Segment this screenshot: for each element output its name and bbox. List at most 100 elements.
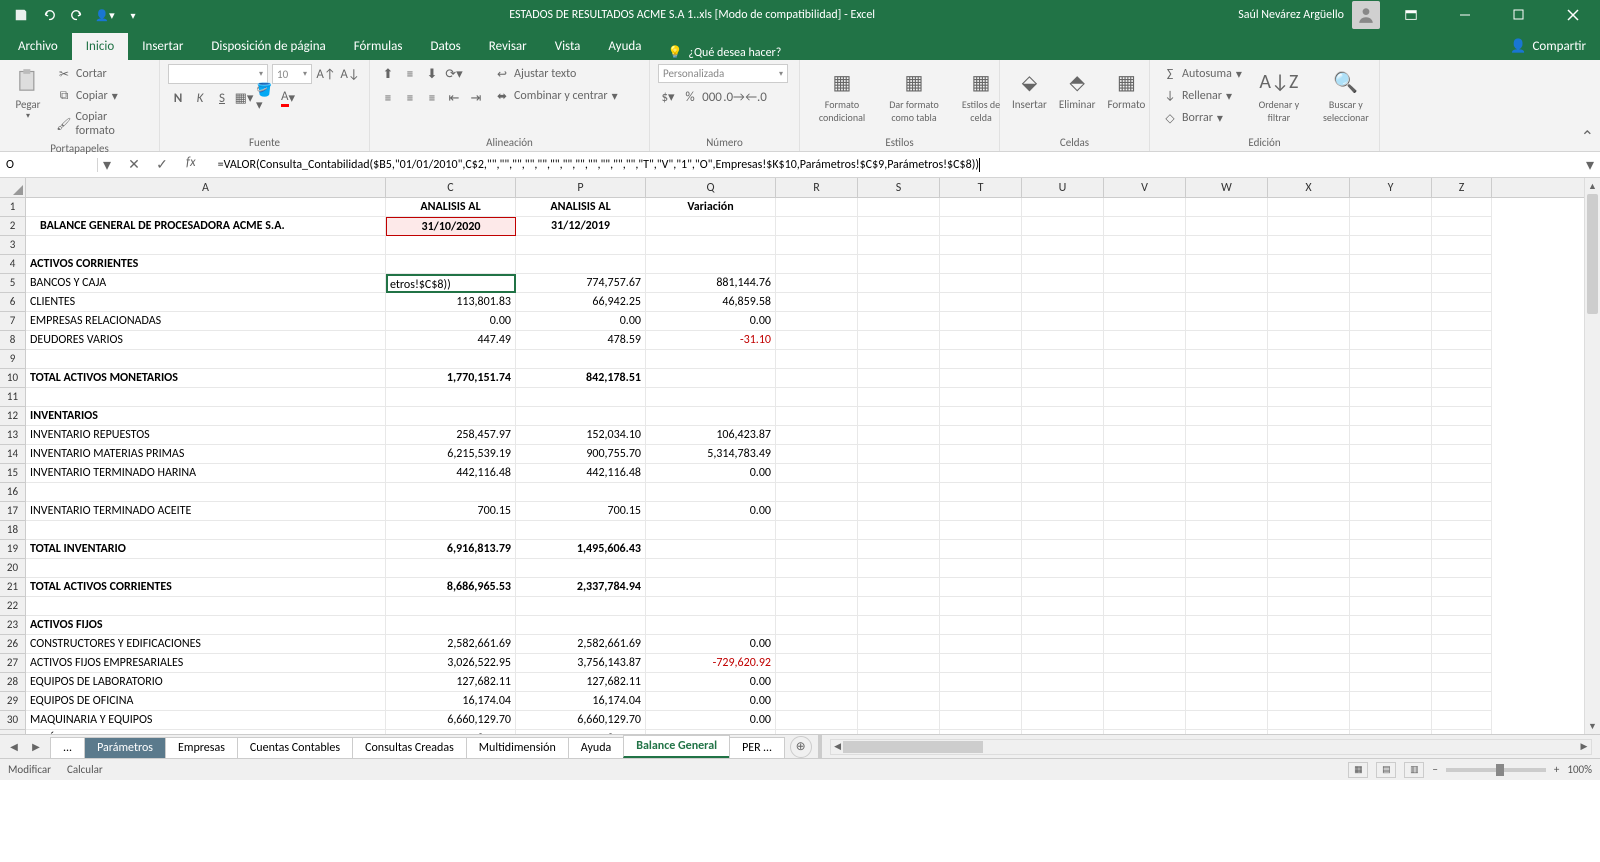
fill-button[interactable]: ↓Rellenar ▾ xyxy=(1158,86,1246,106)
cell[interactable] xyxy=(940,616,1022,635)
cell[interactable] xyxy=(1186,559,1268,578)
cell[interactable] xyxy=(1350,350,1432,369)
cell[interactable] xyxy=(776,540,858,559)
cell[interactable] xyxy=(1432,540,1492,559)
cell[interactable] xyxy=(1022,274,1104,293)
cell[interactable]: 447.49 xyxy=(386,331,516,350)
cell[interactable]: 1,495,606.43 xyxy=(516,540,646,559)
cell[interactable] xyxy=(858,312,940,331)
cell[interactable] xyxy=(1350,540,1432,559)
cell[interactable] xyxy=(776,369,858,388)
cell[interactable] xyxy=(1350,597,1432,616)
cell[interactable] xyxy=(1350,483,1432,502)
cell[interactable]: 2,582,661.69 xyxy=(516,635,646,654)
cell[interactable] xyxy=(1104,312,1186,331)
cell[interactable] xyxy=(858,274,940,293)
cell[interactable] xyxy=(858,198,940,217)
cell[interactable]: INVENTARIO TERMINADO HARINA xyxy=(26,464,386,483)
cell[interactable]: ANALISIS AL xyxy=(386,198,516,217)
cell[interactable] xyxy=(776,559,858,578)
cell[interactable]: EQUIPOS DE OFICINA xyxy=(26,692,386,711)
cell[interactable] xyxy=(858,540,940,559)
cell[interactable] xyxy=(1432,673,1492,692)
cell[interactable]: 881,144.76 xyxy=(646,274,776,293)
cell[interactable]: 190,840.49 xyxy=(516,730,646,734)
undo-icon[interactable] xyxy=(36,2,62,28)
scroll-thumb[interactable] xyxy=(1587,194,1598,314)
cell[interactable] xyxy=(646,578,776,597)
cell[interactable] xyxy=(940,293,1022,312)
cell[interactable]: VEHÍCULOS xyxy=(26,730,386,734)
cell[interactable] xyxy=(26,521,386,540)
cell[interactable] xyxy=(776,407,858,426)
cell[interactable]: 6,660,129.70 xyxy=(386,711,516,730)
decrease-font-icon[interactable]: A↓ xyxy=(340,64,360,84)
cell[interactable] xyxy=(386,483,516,502)
cell[interactable] xyxy=(1350,635,1432,654)
close-icon[interactable] xyxy=(1550,0,1596,30)
find-select-button[interactable]: 🔍Buscar y seleccionar xyxy=(1312,64,1380,126)
cell[interactable] xyxy=(858,616,940,635)
cell[interactable] xyxy=(776,312,858,331)
cell[interactable] xyxy=(1268,502,1350,521)
cell[interactable] xyxy=(940,274,1022,293)
cell[interactable] xyxy=(858,217,940,236)
cell[interactable]: TOTAL INVENTARIO xyxy=(26,540,386,559)
row-header-3[interactable]: 3 xyxy=(0,236,26,255)
conditional-format-button[interactable]: ▦Formato condicional xyxy=(808,64,876,126)
cell[interactable] xyxy=(1186,654,1268,673)
cell[interactable] xyxy=(940,407,1022,426)
cell[interactable] xyxy=(1104,635,1186,654)
cell[interactable] xyxy=(1350,407,1432,426)
fx-icon[interactable]: fx xyxy=(180,155,202,175)
format-table-button[interactable]: ▦Dar formato como tabla xyxy=(880,64,948,126)
cell[interactable] xyxy=(646,388,776,407)
wrap-text-button[interactable]: ↩Ajustar texto xyxy=(490,64,622,84)
cell[interactable]: EQUIPOS DE LABORATORIO xyxy=(26,673,386,692)
cell[interactable] xyxy=(1186,293,1268,312)
hscroll-thumb[interactable] xyxy=(843,741,983,753)
cell[interactable] xyxy=(776,502,858,521)
cell[interactable] xyxy=(1104,217,1186,236)
cell[interactable] xyxy=(940,711,1022,730)
cell[interactable] xyxy=(1186,521,1268,540)
cell[interactable] xyxy=(1268,597,1350,616)
cell[interactable] xyxy=(516,255,646,274)
cell[interactable] xyxy=(1268,483,1350,502)
cell[interactable] xyxy=(1268,255,1350,274)
cell[interactable] xyxy=(858,654,940,673)
sheet-tab--[interactable]: ... xyxy=(50,737,85,758)
cell[interactable] xyxy=(858,635,940,654)
cell[interactable] xyxy=(940,502,1022,521)
ribbon-tab-fórmulas[interactable]: Fórmulas xyxy=(340,33,417,60)
cell[interactable] xyxy=(1268,426,1350,445)
cell[interactable] xyxy=(1432,312,1492,331)
cell[interactable] xyxy=(1350,426,1432,445)
font-name-combo[interactable]: ▾ xyxy=(168,64,268,84)
cell[interactable]: 442,116.48 xyxy=(386,464,516,483)
cell[interactable]: 0.00 xyxy=(646,464,776,483)
cell[interactable] xyxy=(646,407,776,426)
cell[interactable] xyxy=(1432,388,1492,407)
cell[interactable] xyxy=(1022,578,1104,597)
indent-decrease-icon[interactable]: ⇤ xyxy=(444,88,464,108)
cell[interactable] xyxy=(858,407,940,426)
cell[interactable] xyxy=(1432,331,1492,350)
save-icon[interactable] xyxy=(8,2,34,28)
cell[interactable] xyxy=(1432,730,1492,734)
cell[interactable] xyxy=(858,521,940,540)
row-header-18[interactable]: 18 xyxy=(0,521,26,540)
sheet-tab-consultas-creadas[interactable]: Consultas Creadas xyxy=(352,737,467,758)
column-header-Q[interactable]: Q xyxy=(646,178,776,197)
cell[interactable] xyxy=(1432,293,1492,312)
number-format-combo[interactable]: Personalizada▾ xyxy=(658,64,788,83)
row-header-6[interactable]: 6 xyxy=(0,293,26,312)
row-header-31[interactable]: 31 xyxy=(0,730,26,734)
cell[interactable] xyxy=(1186,616,1268,635)
name-box[interactable]: O xyxy=(0,158,98,172)
cell[interactable] xyxy=(1268,654,1350,673)
cell[interactable] xyxy=(1186,274,1268,293)
cell[interactable]: 478.59 xyxy=(516,331,646,350)
cell[interactable] xyxy=(386,521,516,540)
cell[interactable]: -31.10 xyxy=(646,331,776,350)
